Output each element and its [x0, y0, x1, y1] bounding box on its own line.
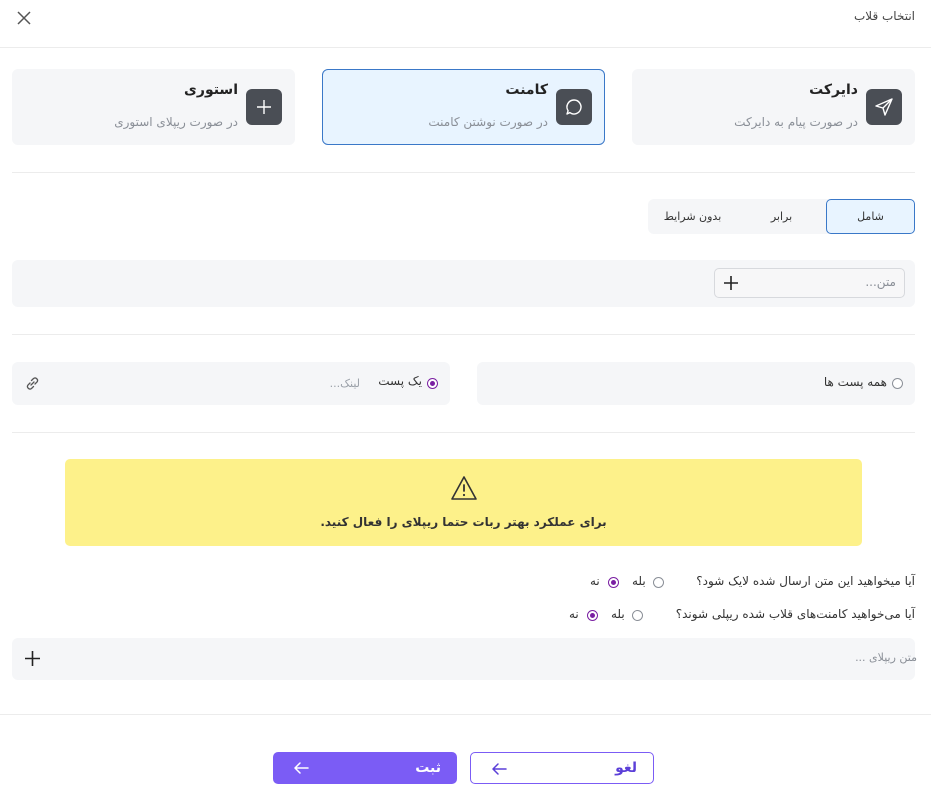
link-icon — [24, 375, 41, 392]
reply-text-input[interactable] — [617, 651, 917, 664]
arrow-left-icon — [492, 763, 507, 775]
plus-icon — [246, 89, 282, 125]
cancel-button[interactable]: لغو — [470, 752, 654, 784]
type-card-comment[interactable]: کامنت در صورت نوشتن کامنت — [322, 69, 605, 145]
card-title: دایرکت — [809, 82, 858, 98]
type-card-direct[interactable]: دایرکت در صورت پیام به دایرکت — [632, 69, 915, 145]
header-divider — [0, 47, 931, 48]
warning-triangle-icon — [450, 475, 478, 501]
card-title: کامنت — [505, 82, 548, 98]
warning-text: برای عملکرد بهتر ربات حتما ریپلای را فعا… — [320, 515, 607, 529]
divider — [12, 334, 915, 335]
type-card-story[interactable]: استوری در صورت ریپلای استوری — [12, 69, 295, 145]
post-link-input[interactable] — [130, 373, 360, 393]
condition-tabs: شامل برابر بدون شرایط — [648, 199, 915, 234]
submit-button[interactable]: ثبت — [273, 752, 457, 784]
warning-banner: برای عملکرد بهتر ربات حتما ریپلای را فعا… — [65, 459, 862, 546]
modal-title: انتخاب قلاب — [853, 9, 915, 23]
reply-no-label: نه — [569, 607, 579, 621]
close-icon[interactable] — [14, 8, 34, 28]
add-reply-icon[interactable] — [24, 650, 41, 667]
all-posts-radio[interactable] — [892, 378, 903, 389]
like-no-label: نه — [590, 574, 600, 588]
card-subtitle: در صورت ریپلای استوری — [114, 115, 238, 129]
question-reply: آیا می‌خواهید کامنت‌های قلاب شده ریپلی ش… — [675, 607, 915, 621]
submit-label: ثبت — [415, 760, 441, 776]
divider — [12, 432, 915, 433]
add-keyword-icon[interactable] — [723, 275, 739, 291]
arrow-left-icon — [294, 762, 309, 774]
question-like: آیا میخواهید این متن ارسال شده لایک شود؟ — [696, 574, 915, 588]
footer-divider — [0, 714, 931, 715]
cancel-label: لغو — [615, 760, 637, 776]
like-no-radio[interactable] — [608, 577, 619, 588]
keyword-input-wrapper — [714, 268, 905, 298]
tab-no-condition[interactable]: بدون شرایط — [648, 199, 737, 234]
all-posts-label: همه پست ها — [823, 375, 887, 389]
like-yes-label: بله — [632, 574, 646, 588]
keyword-input[interactable] — [756, 275, 896, 289]
card-subtitle: در صورت نوشتن کامنت — [428, 115, 548, 129]
tab-contains[interactable]: شامل — [826, 199, 915, 234]
reply-yes-label: بله — [611, 607, 625, 621]
like-yes-radio[interactable] — [653, 577, 664, 588]
divider — [12, 172, 915, 173]
one-post-label: یک پست — [378, 374, 422, 388]
comment-icon — [556, 89, 592, 125]
reply-no-radio[interactable] — [587, 610, 598, 621]
send-icon — [866, 89, 902, 125]
card-subtitle: در صورت پیام به دایرکت — [734, 115, 858, 129]
all-posts-option[interactable]: همه پست ها — [477, 362, 915, 405]
tab-equals[interactable]: برابر — [737, 199, 826, 234]
reply-yes-radio[interactable] — [632, 610, 643, 621]
one-post-radio[interactable] — [427, 378, 438, 389]
card-title: استوری — [184, 82, 238, 98]
